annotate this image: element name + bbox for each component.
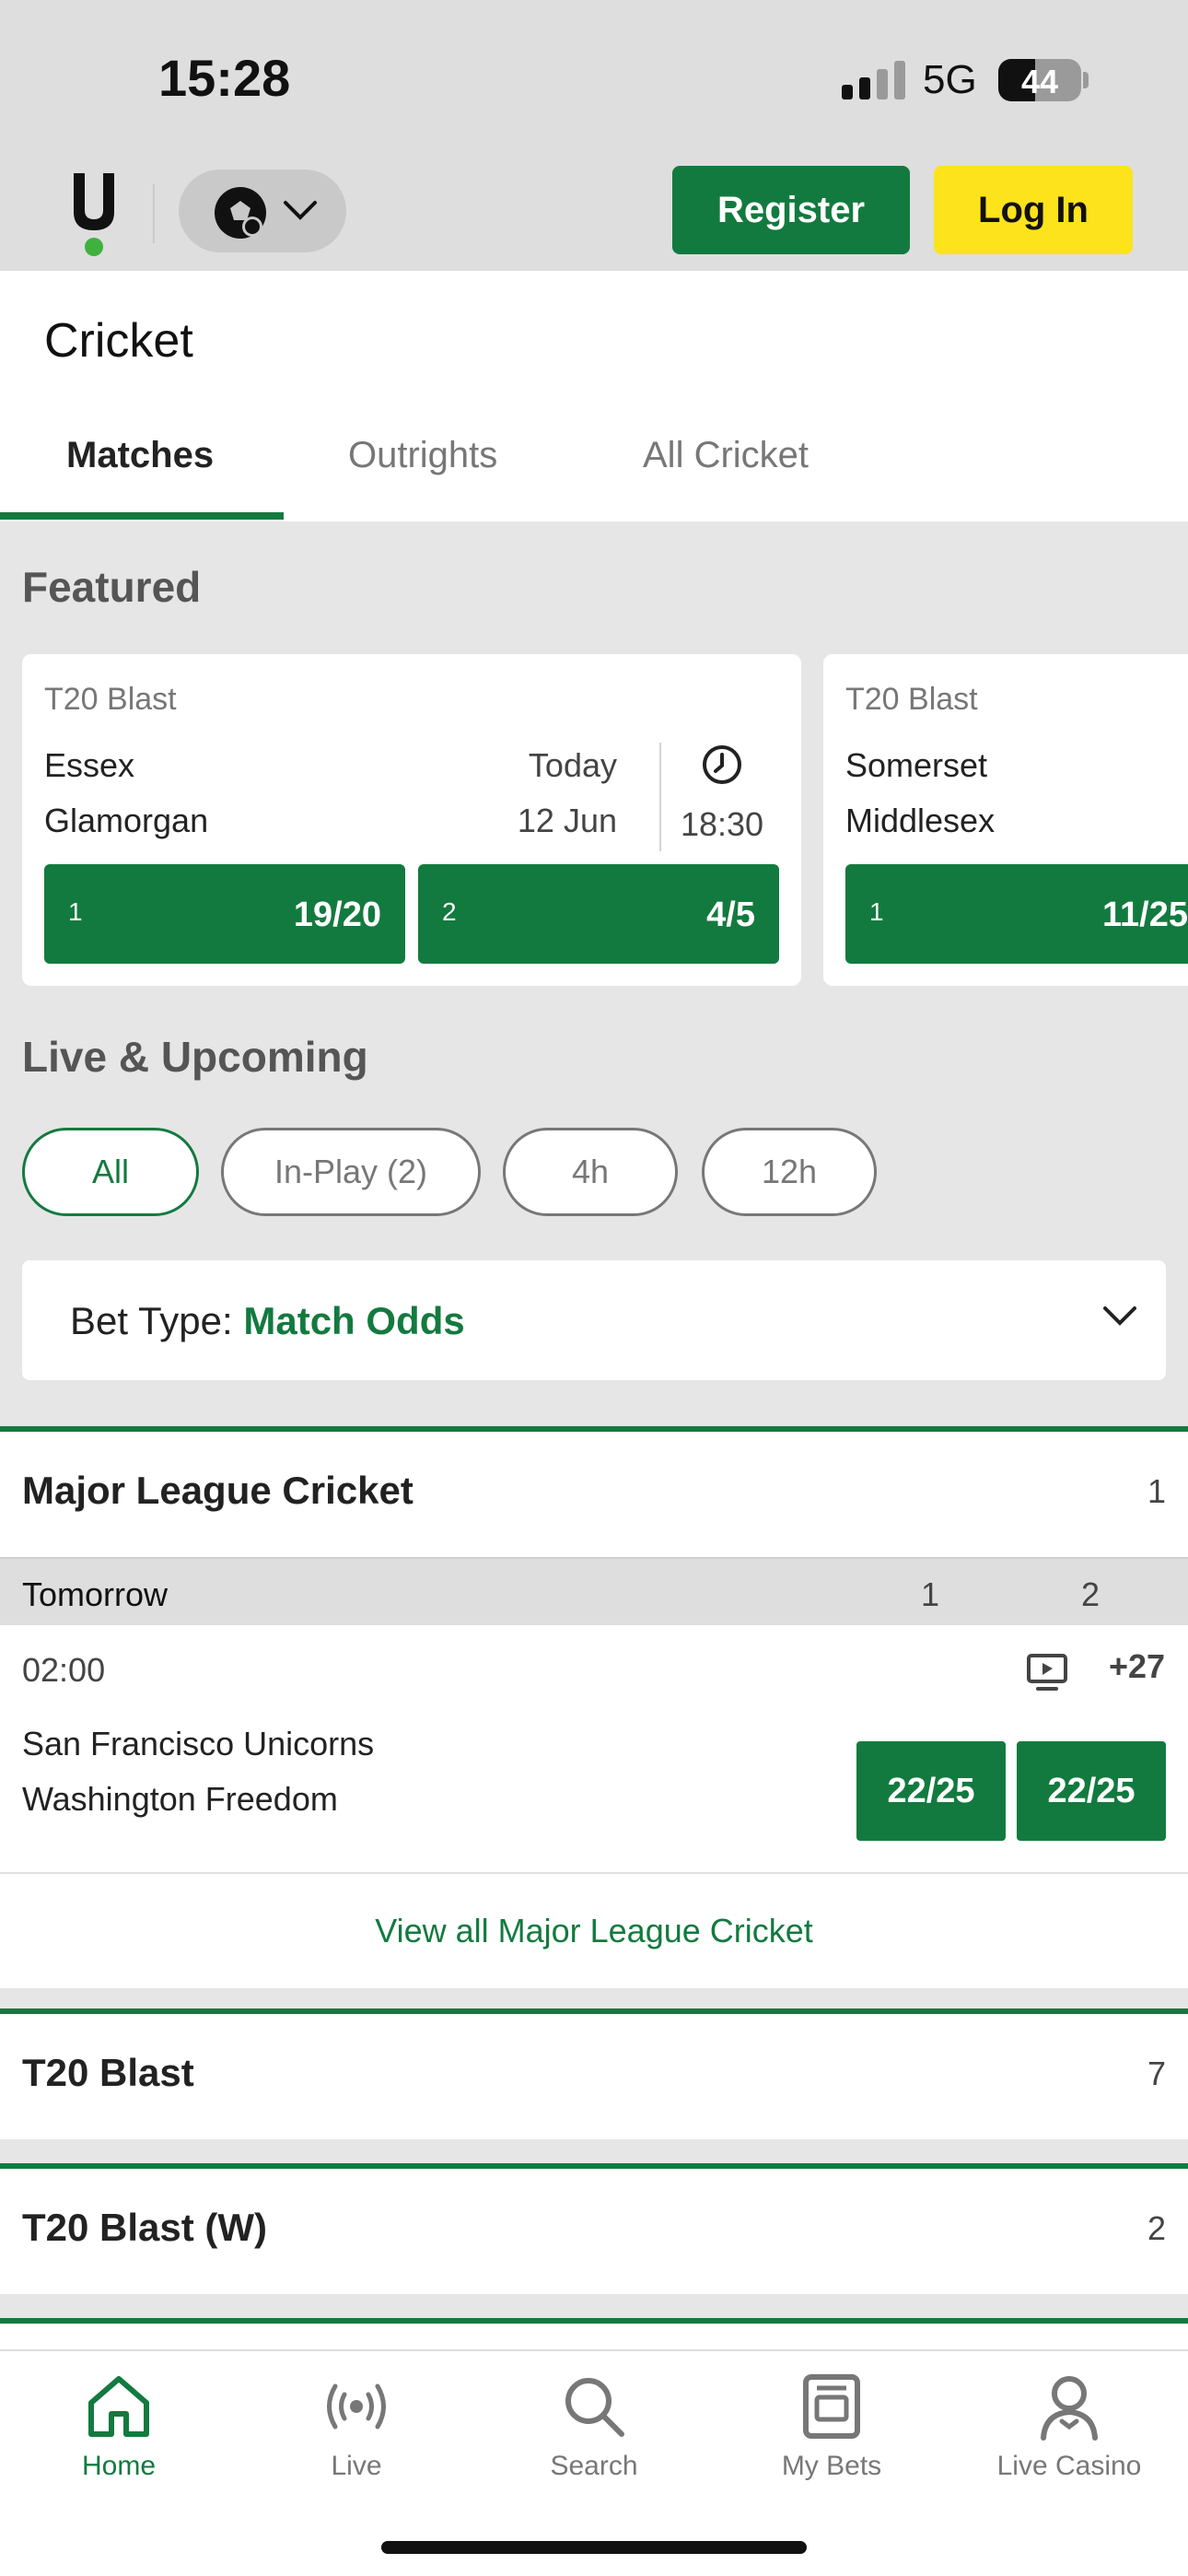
odds-button[interactable]: 2 4/5 (418, 864, 779, 964)
odds-price: 4/5 (706, 896, 755, 934)
status-bar: 15:28 5G 44 (0, 0, 1188, 157)
card-team-2: Glamorgan (44, 802, 209, 839)
featured-heading: Featured (22, 563, 202, 611)
odds-price: 11/25 (1102, 896, 1188, 934)
league-header[interactable]: Major League Cricket 1 (0, 1426, 1188, 1557)
filter-all[interactable]: All (22, 1128, 199, 1216)
view-all-link[interactable]: View all Major League Cricket (0, 1874, 1188, 1988)
unibet-logo (74, 173, 114, 256)
header-divider (153, 184, 155, 243)
odds-button-2[interactable]: 22/25 (1017, 1741, 1166, 1841)
tab-all-cricket[interactable]: All Cricket (643, 435, 809, 476)
signal-icon (842, 61, 905, 100)
bet-type-label: Bet Type: Match Odds (70, 1299, 465, 1343)
odds-selection: 2 (442, 897, 457, 926)
tabbar-my-bets[interactable]: My Bets (713, 2370, 950, 2508)
card-competition: T20 Blast (845, 682, 978, 717)
featured-card[interactable]: T20 Blast Somerset Middlesex 1 11/25 (823, 654, 1188, 986)
bet-type-prefix: Bet Type: (70, 1299, 233, 1342)
league-count: 1 (1147, 1472, 1166, 1510)
match-team-1: San Francisco Unicorns (22, 1725, 375, 1762)
chevron-down-icon (284, 201, 317, 220)
tabbar-live[interactable]: Live (238, 2370, 475, 2508)
live-icon (327, 2383, 386, 2430)
league-name: T20 Blast (W) (22, 2206, 268, 2249)
live-casino-icon (1041, 2376, 1098, 2441)
odds-price: 19/20 (293, 896, 381, 934)
column-header-1: 1 (921, 1575, 940, 1613)
home-indicator (381, 2541, 807, 2554)
league-count: 7 (1147, 2055, 1166, 2092)
tabbar-label: Search (550, 2451, 638, 2481)
tabbar-search[interactable]: Search (475, 2370, 713, 2508)
card-date: 12 Jun (517, 802, 617, 839)
tabbar-label: Live (331, 2451, 382, 2481)
sport-selector[interactable] (179, 170, 346, 252)
network-label: 5G (923, 57, 977, 102)
tabbar-label: Home (81, 2451, 157, 2481)
search-icon (565, 2378, 624, 2437)
odds-selection: 1 (68, 897, 83, 926)
card-team-2: Middlesex (845, 802, 996, 839)
tab-outrights[interactable]: Outrights (348, 435, 497, 476)
filter-12h[interactable]: 12h (702, 1128, 877, 1216)
live-stream-icon (1027, 1654, 1067, 1691)
column-header-2: 2 (1081, 1575, 1101, 1613)
card-team-1: Essex (44, 746, 135, 784)
league-name: Major League Cricket (22, 1469, 413, 1512)
match-team-2: Washington Freedom (22, 1780, 338, 1818)
football-icon (215, 187, 266, 239)
league-count: 2 (1147, 2209, 1166, 2247)
bet-type-value: Match Odds (243, 1299, 465, 1342)
match-row[interactable]: 02:00 +27 San Francisco Unicorns Washing… (0, 1625, 1188, 1874)
tab-matches[interactable]: Matches (66, 435, 214, 476)
live-upcoming-heading: Live & Upcoming (22, 1033, 368, 1081)
battery-level: 44 (1020, 63, 1059, 100)
bet-type-selector[interactable]: Bet Type: Match Odds (22, 1260, 1166, 1380)
odds-selection: 1 (869, 897, 884, 926)
day-label: Tomorrow (22, 1575, 169, 1613)
card-competition: T20 Blast (44, 682, 177, 717)
tabbar-label: Live Casino (996, 2451, 1142, 2481)
tabbar-label: My Bets (781, 2451, 882, 2481)
league-header[interactable]: T20 Blast 7 (0, 2008, 1188, 2139)
active-tab-indicator (0, 512, 284, 520)
tabbar-live-casino[interactable]: Live Casino (950, 2370, 1188, 2508)
page-title: Cricket (44, 314, 193, 368)
home-icon (88, 2376, 149, 2437)
league-header[interactable]: T20 Blast (W) 2 (0, 2163, 1188, 2294)
more-markets[interactable]: +27 (1109, 1647, 1165, 1686)
clock-icon (703, 745, 741, 784)
card-day: Today (528, 746, 617, 784)
odds-button[interactable]: 1 19/20 (44, 864, 405, 964)
odds-button[interactable]: 1 11/25 (845, 864, 1188, 964)
chevron-down-icon (1103, 1306, 1136, 1326)
league-name: T20 Blast (22, 2051, 194, 2094)
my-bets-icon (803, 2374, 860, 2439)
filter-in-play[interactable]: In-Play (2) (221, 1128, 481, 1216)
tabbar-home[interactable]: Home (0, 2370, 238, 2508)
status-time: 15:28 (158, 49, 291, 107)
featured-card[interactable]: T20 Blast Essex Glamorgan Today 12 Jun 1… (22, 654, 801, 986)
odds-button-1[interactable]: 22/25 (856, 1741, 1006, 1841)
day-header: Tomorrow 1 2 (0, 1557, 1188, 1625)
login-button[interactable]: Log In (934, 166, 1133, 254)
page-header: Cricket Matches Outrights All Cricket (0, 271, 1188, 521)
filter-4h[interactable]: 4h (503, 1128, 678, 1216)
battery-icon: 44 (998, 59, 1081, 101)
battery-cap (1083, 72, 1089, 88)
card-time: 18:30 (680, 805, 764, 843)
app-header: Register Log In (0, 157, 1188, 271)
match-time: 02:00 (22, 1651, 106, 1689)
card-team-1: Somerset (845, 746, 988, 784)
register-button[interactable]: Register (672, 166, 910, 254)
card-divider (659, 743, 661, 851)
